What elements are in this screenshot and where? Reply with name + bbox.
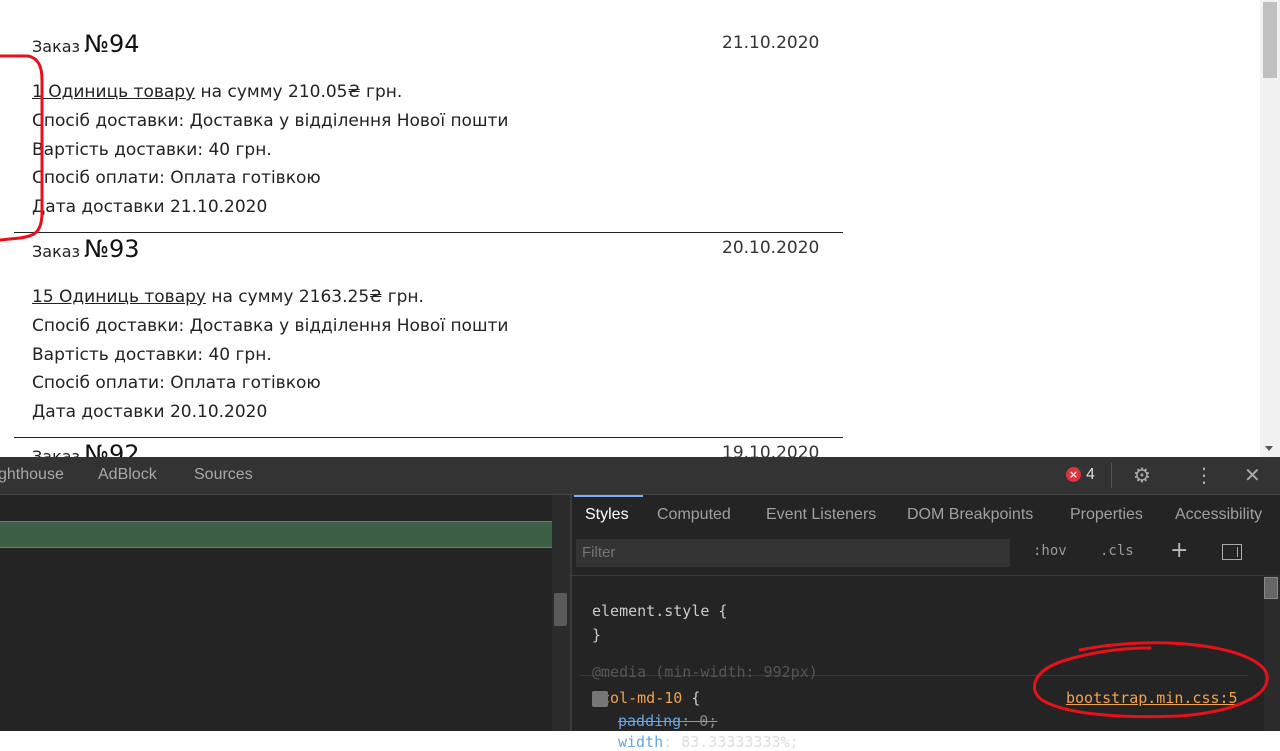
tab-event-listeners[interactable]: Event Listeners bbox=[766, 506, 876, 524]
tab-adblock[interactable]: AdBlock bbox=[98, 466, 157, 484]
tab-computed[interactable]: Computed bbox=[657, 506, 731, 524]
order-title-prefix: Заказ bbox=[32, 37, 81, 56]
styles-scrollbar[interactable] bbox=[1264, 575, 1280, 731]
order-title: Заказ №93 bbox=[32, 235, 140, 263]
order-divider bbox=[14, 232, 843, 233]
css-property-width[interactable]: width: 83.33333333%; bbox=[618, 733, 799, 751]
active-tab-indicator bbox=[574, 495, 643, 497]
tab-styles[interactable]: Styles bbox=[585, 506, 629, 524]
order-number: №93 bbox=[84, 235, 140, 263]
page-scrollbar[interactable] bbox=[1260, 0, 1280, 457]
tab-sources[interactable]: Sources bbox=[194, 466, 253, 484]
cls-toggle[interactable]: .cls bbox=[1100, 543, 1134, 559]
source-link[interactable]: bootstrap.min.css:5 bbox=[1066, 689, 1238, 707]
hov-toggle[interactable]: :hov bbox=[1033, 543, 1067, 559]
selected-node-row[interactable] bbox=[0, 521, 552, 548]
toolbar-divider bbox=[1111, 463, 1112, 488]
tab-properties[interactable]: Properties bbox=[1070, 506, 1143, 524]
order-items-line: 15 Одиниць товару на сумму 2163.25₴ грн. bbox=[32, 287, 424, 307]
close-icon[interactable]: ✕ bbox=[1244, 464, 1261, 486]
elements-scrollbar-thumb[interactable] bbox=[554, 593, 567, 626]
order-sum: на сумму 2163.25₴ грн. bbox=[205, 287, 424, 307]
order-date: 19.10.2020 bbox=[722, 443, 820, 457]
order-number: №92 bbox=[84, 440, 140, 457]
order-payment-method: Спосіб оплати: Оплата готівкою bbox=[32, 373, 321, 393]
css-property-padding[interactable]: padding: 0; bbox=[618, 712, 717, 730]
media-query: @media (min-width: 992px) bbox=[592, 663, 818, 681]
order-delivery-date: Дата доставки 20.10.2020 bbox=[32, 402, 268, 422]
orders-page: Заказ №94 21.10.2020 1 Одиниць товару на … bbox=[0, 0, 1280, 457]
order-delivery-method: Спосіб доставки: Доставка у відділення Н… bbox=[32, 111, 509, 131]
more-options-icon[interactable]: ⋮ bbox=[1194, 464, 1214, 486]
tab-dom-breakpoints[interactable]: DOM Breakpoints bbox=[907, 506, 1033, 524]
scroll-down-arrow-icon[interactable] bbox=[1265, 446, 1273, 451]
prop-value[interactable]: : 0; bbox=[681, 712, 717, 730]
order-number: №94 bbox=[84, 30, 140, 58]
styles-toolbar-divider bbox=[572, 575, 1280, 576]
prop-name[interactable]: width bbox=[618, 733, 663, 751]
element-style-open[interactable]: element.style { bbox=[592, 602, 727, 620]
gear-icon[interactable]: ⚙ bbox=[1133, 464, 1151, 486]
order-title: Заказ №94 bbox=[32, 30, 140, 58]
brace-open: { bbox=[682, 689, 701, 707]
order-items-line: 1 Одиниць товару на сумму 210.05₴ грн. bbox=[32, 82, 402, 102]
order-title: Заказ №92 bbox=[32, 440, 140, 457]
order-title-prefix: Заказ bbox=[32, 447, 81, 457]
order-items-link[interactable]: 1 Одиниць товару bbox=[32, 82, 195, 102]
prop-value[interactable]: : 83.33333333%; bbox=[663, 733, 798, 751]
order-date: 20.10.2020 bbox=[722, 238, 820, 258]
styles-filter-input[interactable] bbox=[576, 539, 1010, 567]
tab-lighthouse[interactable]: ghthouse bbox=[0, 466, 64, 484]
error-icon[interactable]: × bbox=[1066, 467, 1081, 482]
styles-scrollbar-thumb[interactable] bbox=[1264, 577, 1278, 599]
tab-accessibility[interactable]: Accessibility bbox=[1175, 506, 1262, 524]
elements-tree bbox=[0, 495, 552, 731]
order-delivery-cost: Вартість доставки: 40 грн. bbox=[32, 140, 272, 160]
order-divider bbox=[14, 437, 843, 438]
error-count[interactable]: 4 bbox=[1086, 466, 1095, 484]
devtools-tabbar: ghthouse AdBlock Sources × 4 ⚙ ⋮ ✕ bbox=[0, 457, 1280, 495]
element-style-close: } bbox=[592, 626, 602, 644]
prop-name[interactable]: padding bbox=[618, 712, 681, 730]
order-delivery-cost: Вартість доставки: 40 грн. bbox=[32, 345, 272, 365]
css-rule-header[interactable]: .col-md-10 { bbox=[592, 689, 700, 707]
styles-pane: Styles Computed Event Listeners DOM Brea… bbox=[572, 495, 1280, 751]
order-date: 21.10.2020 bbox=[722, 33, 820, 53]
order-delivery-date: Дата доставки 21.10.2020 bbox=[32, 197, 268, 217]
order-title-prefix: Заказ bbox=[32, 242, 81, 261]
new-style-rule-icon[interactable]: + bbox=[1170, 538, 1188, 563]
elements-scrollbar[interactable] bbox=[552, 495, 570, 731]
order-payment-method: Спосіб оплати: Оплата готівкою bbox=[32, 168, 321, 188]
toggle-sidebar-icon[interactable] bbox=[1222, 544, 1242, 560]
order-delivery-method: Спосіб доставки: Доставка у відділення Н… bbox=[32, 316, 509, 336]
order-sum: на сумму 210.05₴ грн. bbox=[195, 82, 403, 102]
page-scrollbar-thumb[interactable] bbox=[1263, 2, 1277, 78]
property-checkbox[interactable] bbox=[592, 691, 608, 707]
devtools-panel: ghthouse AdBlock Sources × 4 ⚙ ⋮ ✕ Style… bbox=[0, 457, 1280, 751]
order-items-link[interactable]: 15 Одиниць товару bbox=[32, 287, 206, 307]
